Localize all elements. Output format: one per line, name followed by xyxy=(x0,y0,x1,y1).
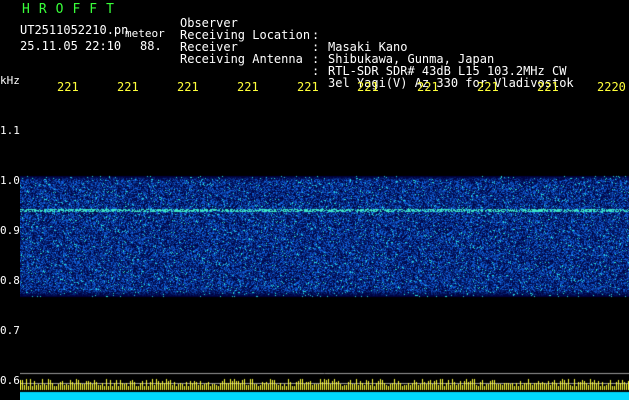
x-tick-label: 221 xyxy=(357,80,379,94)
y-tick-label: 0.6 xyxy=(0,374,20,387)
y-tick-label: 0.7 xyxy=(0,324,20,337)
hrofft-screen: HROFFT UT2511052210.pn meteor 25.11.05 2… xyxy=(0,0,629,400)
brand-title: HROFFT xyxy=(22,2,123,17)
x-tick-label: 221 xyxy=(477,80,499,94)
date-label: 25.11.05 xyxy=(20,39,78,53)
y-tick-label: 1.0 xyxy=(0,174,20,187)
spectrogram-canvas xyxy=(20,100,629,400)
y-tick-label: 1.1 xyxy=(0,124,20,137)
x-tick-label: 221 xyxy=(237,80,259,94)
info-label: Receiving Antenna xyxy=(180,52,303,66)
meteor-label: meteor xyxy=(125,27,165,40)
y-tick-label: 0.9 xyxy=(0,224,20,237)
y-axis-unit: kHz xyxy=(0,74,20,87)
time-label: 22:10 xyxy=(85,39,122,53)
x-tick-label: 221 xyxy=(297,80,319,94)
x-tick-label: 221 xyxy=(57,80,79,94)
y-tick-label: 0.8 xyxy=(0,274,20,287)
x-tick-label: 221 xyxy=(537,80,559,94)
info-colon: : xyxy=(312,64,320,78)
x-tick-label: 221 xyxy=(417,80,439,94)
x-tick-label: 221 xyxy=(117,80,139,94)
x-tick-label: 2220 xyxy=(597,80,626,94)
filename-label: UT2511052210.pn xyxy=(20,23,129,37)
x-tick-label: 221 xyxy=(177,80,199,94)
meteor-count: 88. xyxy=(140,39,162,53)
